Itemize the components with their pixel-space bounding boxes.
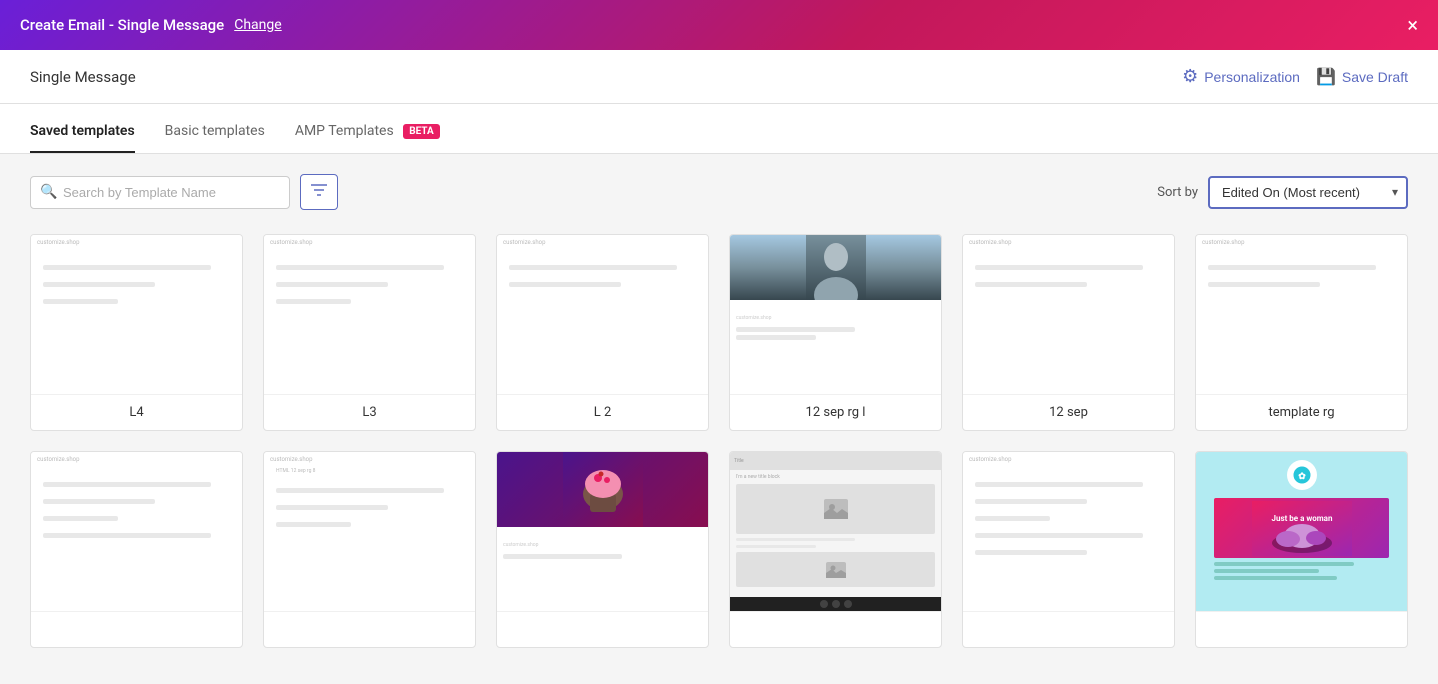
sub-header: Single Message ⚙ Personalization 💾 Save … (0, 50, 1438, 104)
template-card[interactable]: customize.shop (30, 451, 243, 648)
template-label: 12 sep (963, 395, 1174, 430)
template-label: L4 (31, 395, 242, 430)
template-thumb: customize.shop HTML 12 sep rg 8 (264, 452, 475, 612)
filter-button[interactable] (300, 174, 338, 210)
template-thumb: customize.shop (1196, 235, 1407, 395)
sort-select[interactable]: Edited On (Most recent) Created On (Most… (1208, 176, 1408, 209)
personalization-button[interactable]: ⚙ Personalization (1182, 66, 1300, 87)
sort-label: Sort by (1157, 185, 1198, 200)
tabs-area: Saved templates Basic templates AMP Temp… (0, 104, 1438, 154)
template-label (730, 612, 941, 647)
tab-saved-templates[interactable]: Saved templates (30, 111, 135, 153)
template-card[interactable]: customize.shop (962, 451, 1175, 648)
template-card[interactable]: Title I'm a new title block (729, 451, 942, 648)
teal-text-lines (1214, 562, 1390, 580)
gear-icon: ⚙ (1182, 66, 1198, 87)
template-label: L 2 (497, 395, 708, 430)
template-thumb: Title I'm a new title block (730, 452, 941, 612)
template-card[interactable]: customize.shop 12 sep (962, 234, 1175, 431)
template-label (497, 612, 708, 647)
search-input[interactable] (30, 176, 290, 209)
template-label: 12 sep rg l (730, 395, 941, 430)
sub-header-title: Single Message (30, 68, 136, 86)
template-thumb: customize.shop (497, 235, 708, 395)
template-card[interactable]: customize.shop HTML 12 sep rg 8 (263, 451, 476, 648)
teal-thumb: ✿ (1196, 452, 1407, 611)
template-card[interactable]: customize.shop L3 (263, 234, 476, 431)
filter-icon (311, 183, 327, 202)
template-thumb: customize.shop (497, 452, 708, 612)
template-thumb: customize.shop (31, 452, 242, 612)
sort-area: Sort by Edited On (Most recent) Created … (1157, 176, 1408, 209)
template-card[interactable]: customize.shop 12 sep rg l (729, 234, 942, 431)
header-left: Create Email - Single Message Change (20, 16, 282, 34)
save-icon: 💾 (1316, 67, 1336, 87)
save-draft-label: Save Draft (1342, 69, 1408, 85)
template-thumb: customize.shop (963, 235, 1174, 395)
header-title: Create Email - Single Message (20, 16, 224, 34)
sub-header-left: Single Message (30, 68, 136, 86)
beta-badge: BETA (403, 124, 440, 139)
change-link[interactable]: Change (234, 17, 281, 33)
close-icon[interactable]: × (1407, 15, 1418, 35)
teal-logo: ✿ (1287, 460, 1317, 490)
template-card[interactable]: customize.shop (496, 451, 709, 648)
template-label (264, 612, 475, 647)
template-thumb: ✿ (1196, 452, 1407, 612)
tab-basic-templates[interactable]: Basic templates (165, 111, 265, 153)
template-card[interactable]: customize.shop L4 (30, 234, 243, 431)
sort-select-wrapper: Edited On (Most recent) Created On (Most… (1208, 176, 1408, 209)
search-input-wrapper: 🔍 (30, 176, 290, 209)
sub-header-right: ⚙ Personalization 💾 Save Draft (1182, 66, 1408, 87)
svg-text:Just be a woman: Just be a woman (1271, 514, 1332, 523)
search-bar: 🔍 Sort by Edited On (Most recent) Create… (30, 174, 1408, 210)
tab-amp-templates[interactable]: AMP Templates BETA (295, 111, 440, 153)
search-icon: 🔍 (40, 184, 57, 200)
template-thumb: customize.shop (264, 235, 475, 395)
svg-text:✿: ✿ (1298, 472, 1306, 482)
content-area: 🔍 Sort by Edited On (Most recent) Create… (0, 154, 1438, 684)
save-draft-button[interactable]: 💾 Save Draft (1316, 67, 1408, 87)
template-label (1196, 612, 1407, 647)
template-card[interactable]: ✿ (1195, 451, 1408, 648)
cupcake-image (497, 452, 708, 527)
app-header: Create Email - Single Message Change × (0, 0, 1438, 50)
teal-image: Just be a woman (1214, 498, 1390, 558)
personalization-label: Personalization (1204, 69, 1300, 85)
template-thumb: customize.shop (31, 235, 242, 395)
person-image (730, 235, 941, 300)
template-grid: customize.shop L4 customize.shop (30, 234, 1408, 648)
template-label: template rg (1196, 395, 1407, 430)
template-card[interactable]: customize.shop L 2 (496, 234, 709, 431)
template-label (31, 612, 242, 647)
template-thumb: customize.shop (963, 452, 1174, 612)
template-thumb: customize.shop (730, 235, 941, 395)
template-label (963, 612, 1174, 647)
template-card[interactable]: customize.shop template rg (1195, 234, 1408, 431)
template-label: L3 (264, 395, 475, 430)
